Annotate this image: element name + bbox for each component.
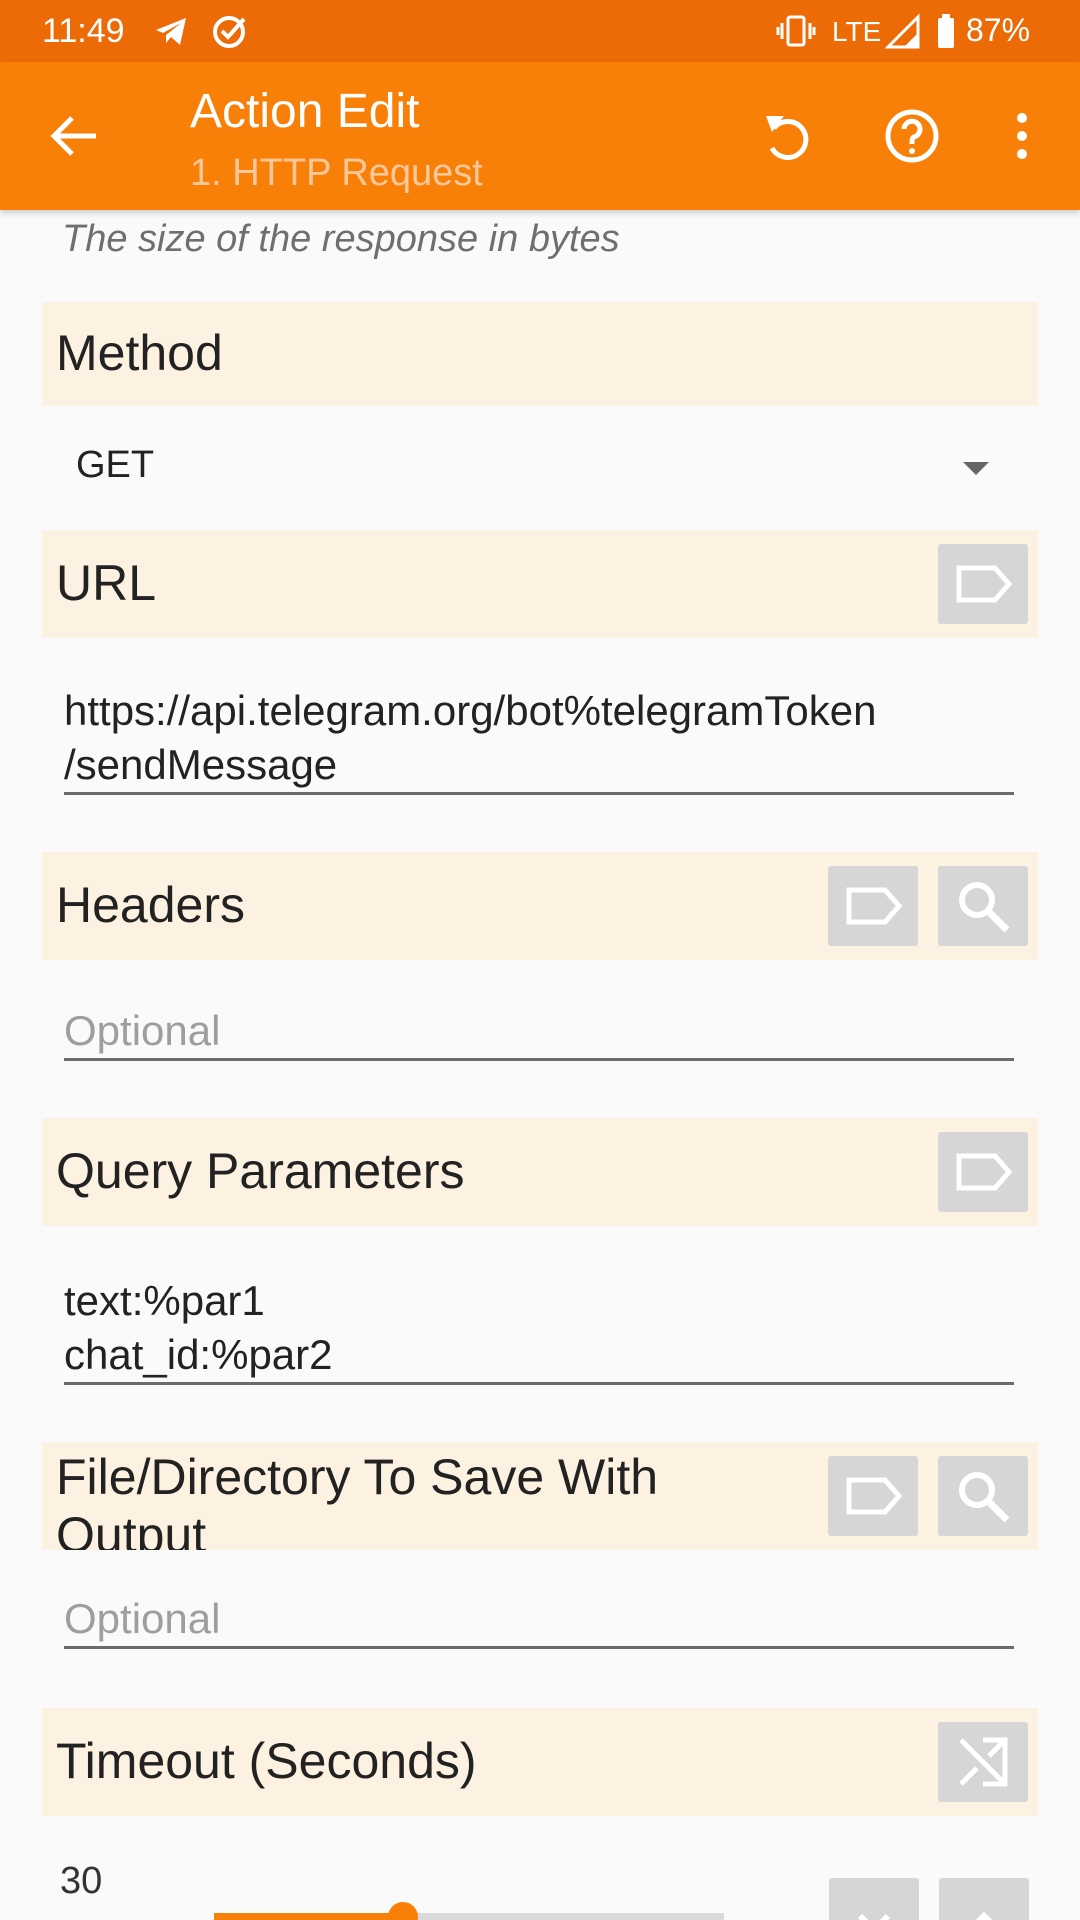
overflow-menu-icon[interactable] xyxy=(990,104,1054,168)
page-title: Action Edit xyxy=(190,85,420,138)
url-section-header: URL xyxy=(42,530,1038,638)
file-save-input[interactable]: Optional xyxy=(64,1592,1014,1649)
headers-input[interactable]: Optional xyxy=(64,1004,1014,1061)
signal-icon xyxy=(884,13,920,49)
file-save-label-line1: File/Directory To Save With xyxy=(56,1449,659,1505)
variable-tag-button[interactable] xyxy=(828,1456,918,1536)
file-save-label-line2: Output xyxy=(56,1507,207,1550)
search-icon xyxy=(959,1472,1010,1523)
query-value-line1: text:%par1 xyxy=(64,1277,265,1324)
variable-tag-button[interactable] xyxy=(828,866,918,946)
file-save-section-header: File/Directory To Save With Output xyxy=(42,1442,1038,1550)
battery-icon xyxy=(938,14,954,48)
variable-tag-button[interactable] xyxy=(938,544,1028,624)
timeout-slider[interactable] xyxy=(214,1902,724,1920)
timeout-label: Timeout (Seconds) xyxy=(56,1733,477,1789)
query-input[interactable]: text:%par1 chat_id:%par2 xyxy=(64,1274,1014,1385)
telegram-icon xyxy=(156,18,186,45)
method-label: Method xyxy=(56,325,223,381)
decrement-button[interactable] xyxy=(829,1878,919,1920)
undo-icon[interactable] xyxy=(754,104,818,168)
timeout-slider-fill xyxy=(214,1913,403,1920)
label-tag-icon xyxy=(846,1477,903,1515)
help-icon[interactable] xyxy=(880,104,944,168)
status-bar: 11:49 LTE 87% xyxy=(0,0,1080,62)
query-value-line2: chat_id:%par2 xyxy=(64,1331,333,1378)
label-tag-icon xyxy=(846,887,903,925)
battery-percent: 87% xyxy=(966,12,1031,48)
query-section-header: Query Parameters xyxy=(42,1118,1038,1226)
vibrate-icon xyxy=(776,15,816,47)
url-value-line1: https://api.telegram.org/bot%telegramTok… xyxy=(64,687,877,734)
action-edit-form[interactable]: The size of the response in bytes Method… xyxy=(0,210,1080,1920)
close-icon xyxy=(857,1913,891,1920)
headers-section-header: Headers xyxy=(42,852,1038,960)
search-icon xyxy=(959,882,1010,933)
network-type: LTE xyxy=(832,16,882,47)
url-input[interactable]: https://api.telegram.org/bot%telegramTok… xyxy=(64,684,1014,795)
app-bar: Action Edit 1. HTTP Request xyxy=(0,62,1080,210)
check-circle-icon xyxy=(213,16,246,48)
shuffle-button[interactable] xyxy=(938,1722,1028,1802)
chevron-up-icon xyxy=(975,1911,993,1920)
label-tag-icon xyxy=(956,1153,1013,1191)
url-label: URL xyxy=(56,555,157,611)
timeout-section-header: Timeout (Seconds) xyxy=(42,1708,1038,1816)
page-subtitle: 1. HTTP Request xyxy=(190,152,483,194)
timeout-value: 30 xyxy=(60,1860,103,1902)
method-select[interactable]: GET xyxy=(42,422,1038,512)
search-button[interactable] xyxy=(938,866,1028,946)
timeout-slider-thumb[interactable] xyxy=(387,1902,418,1920)
url-value-line2: /sendMessage xyxy=(64,741,338,788)
back-arrow-icon[interactable] xyxy=(46,108,102,164)
shuffle-icon xyxy=(959,1737,1008,1787)
status-time: 11:49 xyxy=(42,12,125,50)
response-size-hint: The size of the response in bytes xyxy=(62,218,620,260)
chevron-down-icon xyxy=(963,462,989,475)
method-value: GET xyxy=(76,444,155,486)
query-label: Query Parameters xyxy=(56,1143,465,1199)
method-section-header: Method xyxy=(42,302,1038,406)
headers-label: Headers xyxy=(56,877,245,933)
increment-button[interactable] xyxy=(939,1878,1029,1920)
file-save-label: File/Directory To Save With Output xyxy=(56,1448,658,1550)
search-button[interactable] xyxy=(938,1456,1028,1536)
variable-tag-button[interactable] xyxy=(938,1132,1028,1212)
label-tag-icon xyxy=(956,565,1013,603)
